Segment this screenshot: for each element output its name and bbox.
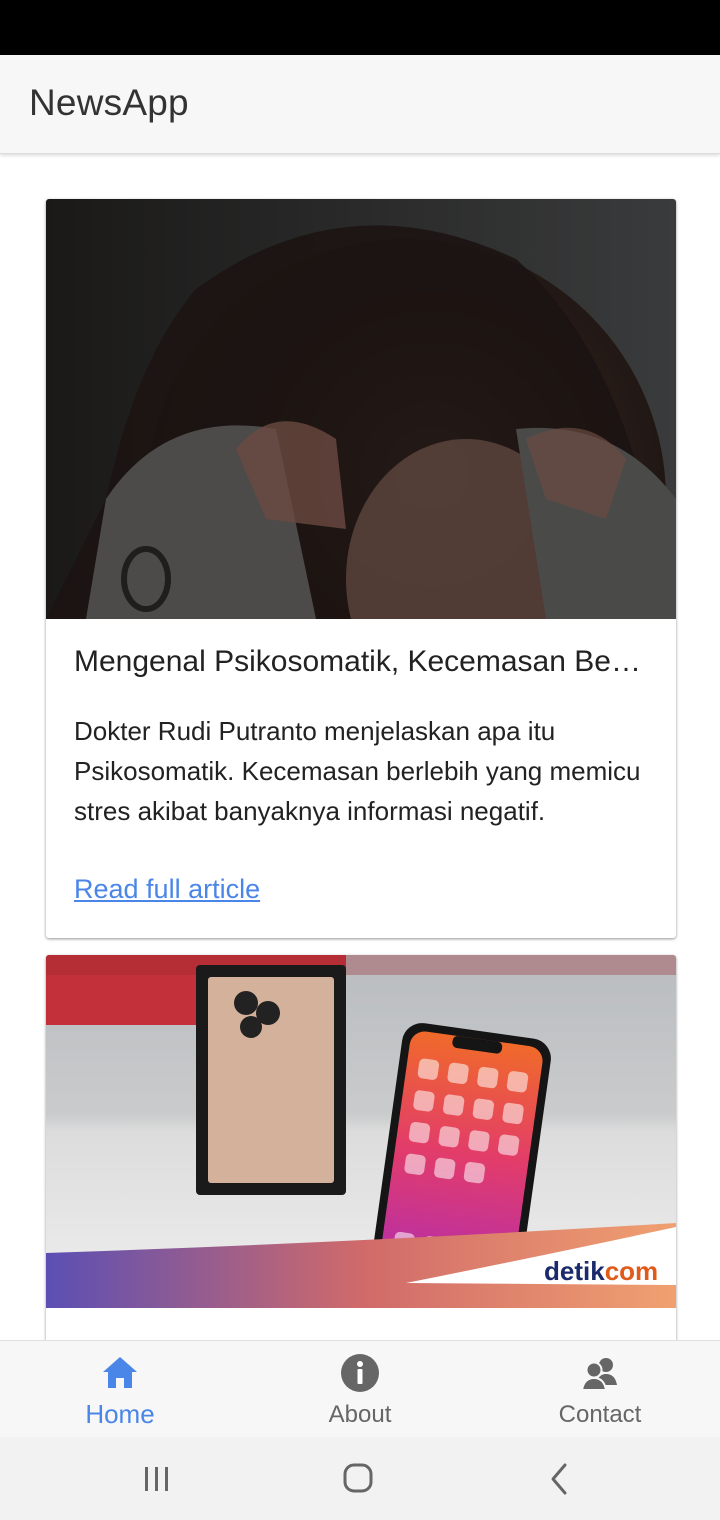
- bottom-navigation: Home About Contact: [0, 1340, 720, 1437]
- article-title: Mengenal Psikosomatik, Kecemasan Berlebi…: [74, 645, 649, 678]
- app-bar: NewsApp: [0, 55, 720, 154]
- nav-label-home: Home: [85, 1399, 155, 1429]
- article-image[interactable]: detikcom: [46, 955, 676, 1308]
- recent-apps-icon[interactable]: [131, 1457, 181, 1501]
- nav-label-about: About: [328, 1401, 392, 1428]
- detikcom-logo: detikcom: [544, 1256, 658, 1286]
- status-bar: [0, 0, 720, 55]
- info-icon: [341, 1354, 379, 1392]
- nav-item-contact[interactable]: Contact: [480, 1341, 720, 1438]
- app-title: NewsApp: [29, 82, 189, 123]
- read-full-article-link[interactable]: Read full article: [74, 874, 260, 905]
- news-card[interactable]: detikcom: [46, 955, 676, 1340]
- nav-item-home[interactable]: Home: [0, 1341, 240, 1438]
- back-icon[interactable]: [535, 1457, 585, 1501]
- contact-icon: [580, 1358, 617, 1391]
- home-icon: [103, 1357, 137, 1388]
- system-navigation-bar: [0, 1437, 720, 1520]
- article-description: Dokter Rudi Putranto menjelaskan apa itu…: [74, 716, 641, 826]
- nav-label-contact: Contact: [558, 1401, 642, 1428]
- article-image[interactable]: [46, 199, 676, 619]
- news-feed[interactable]: Mengenal Psikosomatik, Kecemasan Berlebi…: [0, 154, 720, 1340]
- news-card[interactable]: Mengenal Psikosomatik, Kecemasan Berlebi…: [46, 199, 676, 938]
- nav-item-about[interactable]: About: [240, 1341, 480, 1438]
- home-circle-icon[interactable]: [333, 1457, 383, 1501]
